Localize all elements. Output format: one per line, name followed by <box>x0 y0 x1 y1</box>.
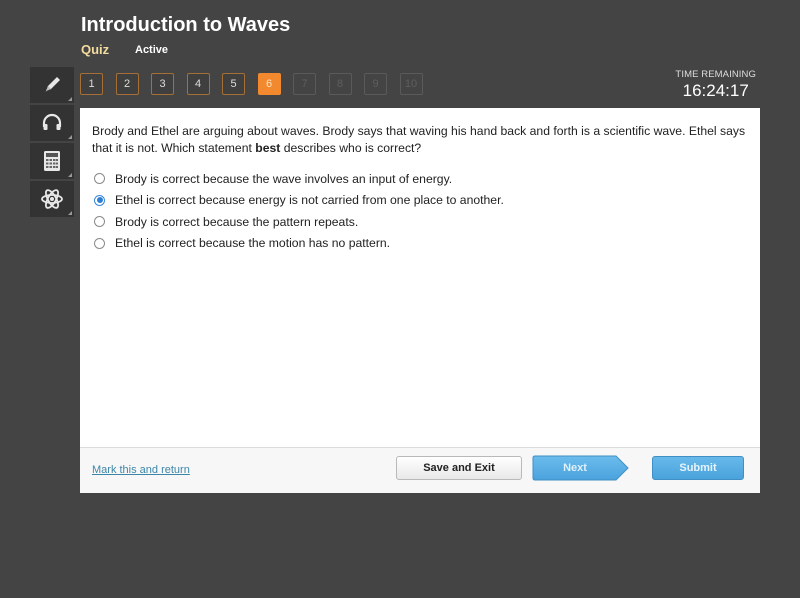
timer-label: TIME REMAINING <box>675 69 756 80</box>
next-button[interactable]: Next <box>532 455 629 481</box>
answer-radio[interactable] <box>94 237 105 249</box>
calculator-tool-button[interactable] <box>30 143 74 179</box>
assessment-type-label: Quiz <box>81 42 110 57</box>
tool-sidebar <box>30 67 74 219</box>
next-label: Next <box>563 462 587 474</box>
headphones-tool-button[interactable] <box>30 105 74 141</box>
answer-label: Brody is correct because the pattern rep… <box>115 214 359 229</box>
answer-radio[interactable] <box>94 173 105 185</box>
question-nav-item[interactable]: 6 <box>257 73 281 95</box>
question-nav-item: 8 <box>328 73 352 95</box>
question-nav-item: 7 <box>293 73 316 95</box>
answer-label: Ethel is correct because energy is not c… <box>115 193 504 208</box>
question-text: Brody and Ethel are arguing about waves.… <box>92 123 752 157</box>
answer-options: Brody is correct because the wave involv… <box>94 168 504 254</box>
answer-option[interactable]: Ethel is correct because energy is not c… <box>94 190 504 212</box>
question-nav-item[interactable]: 3 <box>151 73 174 95</box>
question-nav-item[interactable]: 1 <box>80 73 103 95</box>
submit-button[interactable]: Submit <box>652 456 744 480</box>
timer-value: 16:24:17 <box>682 81 749 100</box>
question-nav-item[interactable]: 2 <box>115 73 139 95</box>
answer-label: Brody is correct because the wave involv… <box>115 171 453 186</box>
atom-icon <box>40 187 64 211</box>
answer-radio[interactable] <box>94 194 105 206</box>
answer-label: Ethel is correct because the motion has … <box>115 236 391 251</box>
question-text-part: describes who is correct? <box>280 141 422 155</box>
pencil-icon <box>41 74 63 96</box>
question-navigator: 1 2 3 4 5 6 7 8 9 10 <box>80 73 435 95</box>
expand-corner-icon <box>68 135 72 139</box>
save-and-exit-button[interactable]: Save and Exit <box>396 456 522 480</box>
answer-option[interactable]: Brody is correct because the pattern rep… <box>94 211 504 233</box>
periodic-table-tool-button[interactable] <box>30 181 74 217</box>
answer-option[interactable]: Ethel is correct because the motion has … <box>94 233 504 255</box>
pencil-tool-button[interactable] <box>30 67 74 103</box>
headphones-icon <box>41 112 63 134</box>
expand-corner-icon <box>68 97 72 101</box>
question-footer: Mark this and return Save and Exit Next … <box>80 447 760 493</box>
calculator-icon <box>42 150 62 172</box>
status-label: Active <box>135 44 169 56</box>
question-panel: Brody and Ethel are arguing about waves.… <box>80 108 760 493</box>
mark-and-return-link[interactable]: Mark this and return <box>92 464 190 476</box>
expand-corner-icon <box>68 211 72 215</box>
answer-option[interactable]: Brody is correct because the wave involv… <box>94 168 504 190</box>
timer: TIME REMAINING 16:24:17 <box>675 69 756 101</box>
expand-corner-icon <box>68 173 72 177</box>
question-nav-item[interactable]: 5 <box>222 73 245 95</box>
question-nav-item: 10 <box>399 73 423 95</box>
question-emphasis: best <box>255 141 281 155</box>
question-nav-item[interactable]: 4 <box>186 73 210 95</box>
answer-radio[interactable] <box>94 216 105 228</box>
page-title: Introduction to Waves <box>81 14 291 36</box>
question-nav-item: 9 <box>364 73 387 95</box>
